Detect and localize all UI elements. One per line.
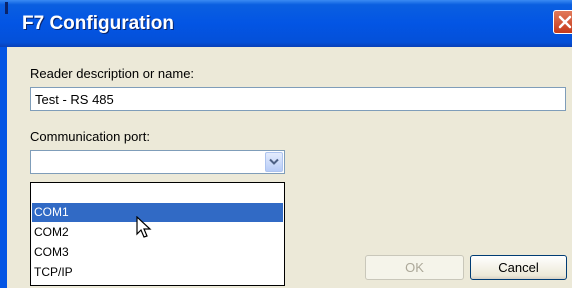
port-option-com2[interactable]: COM2 [32,223,283,242]
port-option-blank[interactable] [32,184,283,203]
port-dropdown-list[interactable]: COM1 COM2 COM3 TCP/IP [30,182,285,286]
communication-port-select[interactable] [30,150,285,174]
window-title: F7 Configuration [22,13,174,34]
dropdown-button[interactable] [265,152,283,172]
cancel-button[interactable]: Cancel [470,255,567,280]
configuration-dialog: F7 Configuration Reader description or n… [0,0,572,288]
close-button[interactable] [553,10,572,34]
reader-name-input[interactable]: Test - RS 485 [30,87,566,111]
title-bar-mark [5,2,8,14]
ok-button[interactable]: OK [365,255,464,280]
title-bar[interactable]: F7 Configuration [0,0,572,47]
port-option-tcpip[interactable]: TCP/IP [32,263,283,282]
communication-port-label: Communication port: [30,129,150,144]
mouse-pointer-icon [136,215,152,245]
port-option-com3[interactable]: COM3 [32,243,283,262]
window-left-border [0,47,7,288]
port-option-com1[interactable]: COM1 [32,203,283,222]
reader-name-label: Reader description or name: [30,66,195,81]
